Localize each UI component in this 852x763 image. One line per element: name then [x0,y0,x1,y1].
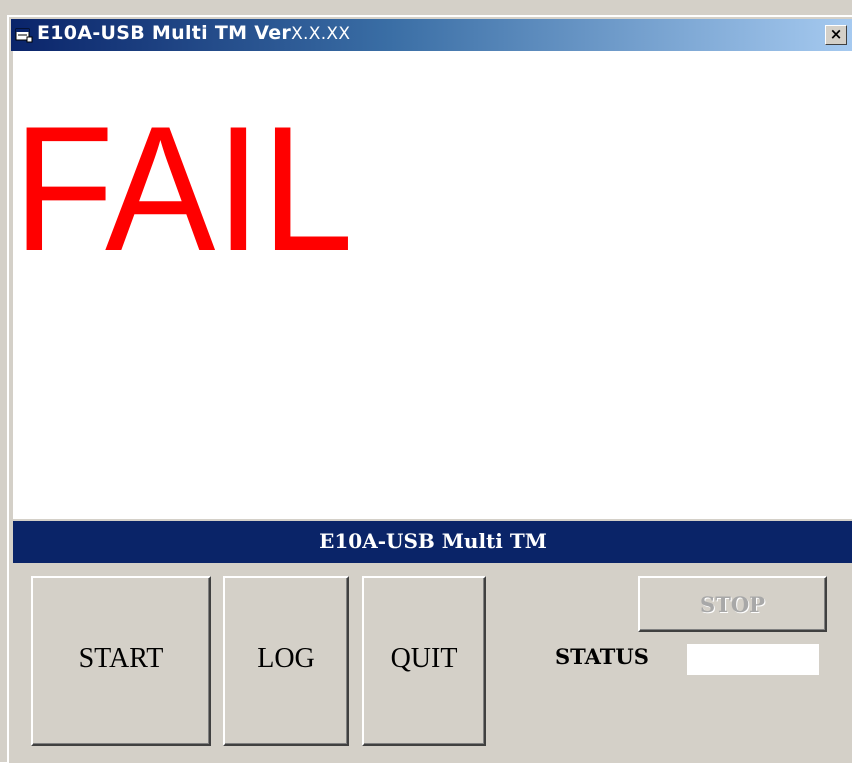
window-title: E10A-USB Multi TM VerX.X.XX [37,22,350,44]
window-title-main: E10A-USB Multi TM Ver [37,22,292,44]
control-panel: START LOG QUIT STOP STATUS [13,563,852,763]
title-bar[interactable]: E10A-USB Multi TM VerX.X.XX × [11,19,852,51]
app-window-icon[interactable] [15,27,33,43]
status-label: STATUS [555,644,649,669]
window-title-version: X.X.XX [291,24,351,44]
caption-bar: E10A-USB Multi TM [13,521,852,563]
close-icon: × [829,25,843,43]
start-button[interactable]: START [31,576,211,746]
close-button[interactable]: × [825,25,847,45]
log-button[interactable]: LOG [223,576,349,746]
result-text: FAIL [13,89,354,288]
app-window: E10A-USB Multi TM VerX.X.XX × FAIL E10A-… [0,0,852,763]
stop-button[interactable]: STOP [638,576,827,632]
status-field[interactable] [686,643,820,676]
result-display: FAIL [13,51,852,519]
quit-button[interactable]: QUIT [362,576,486,746]
